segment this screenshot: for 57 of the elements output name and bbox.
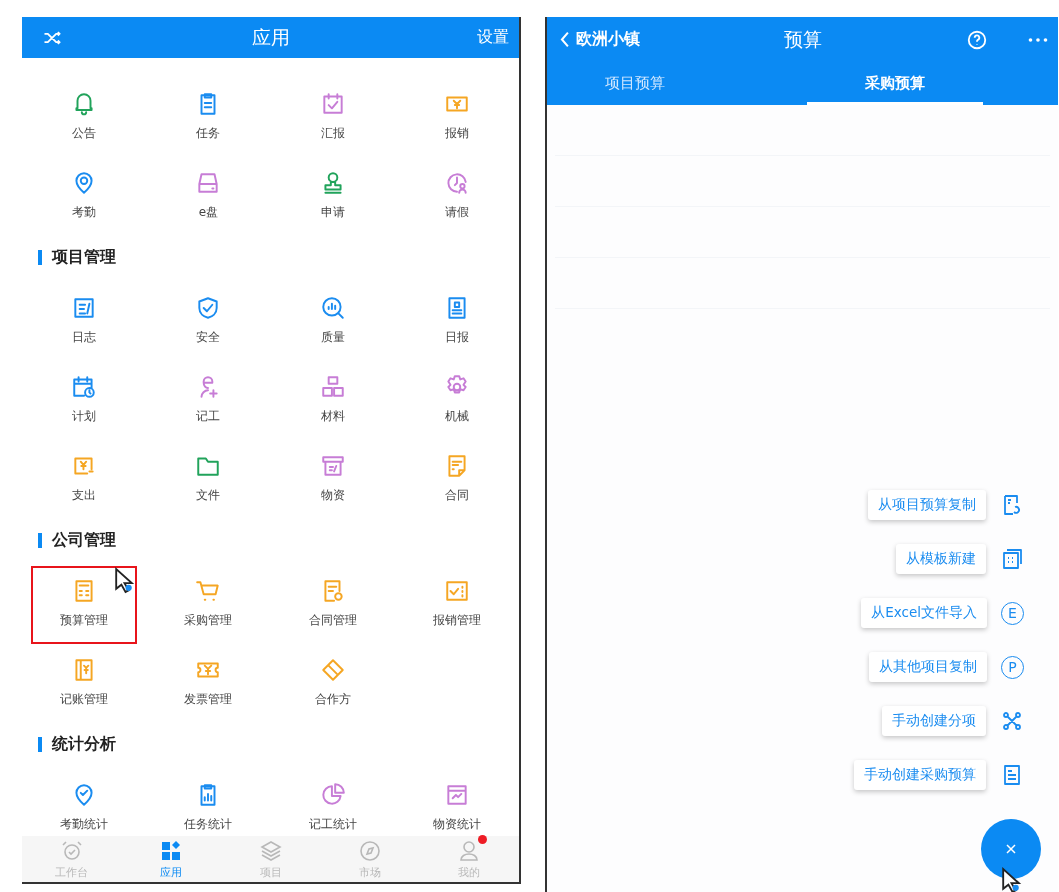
app-item[interactable]: 合同管理	[279, 566, 386, 644]
app-item[interactable]: 合作方	[279, 645, 386, 723]
app-item[interactable]: 预算管理	[31, 566, 138, 644]
nodes-icon[interactable]	[1000, 709, 1024, 733]
app-item[interactable]: 报销	[403, 79, 510, 157]
chevron-left-icon	[559, 31, 570, 48]
app-item[interactable]: 安全	[155, 283, 262, 361]
more-icon[interactable]	[1028, 36, 1048, 43]
screen-title: 应用	[251, 24, 290, 50]
close-button[interactable]	[981, 819, 1041, 879]
menu-option[interactable]: 手动创建采购预算	[854, 760, 986, 790]
app-item[interactable]: 材料	[279, 362, 386, 440]
app-item[interactable]: 机械	[403, 362, 510, 440]
menu-option[interactable]: 手动创建分项	[882, 706, 986, 736]
app-item[interactable]: 公告	[31, 79, 138, 157]
layers-icon	[258, 838, 283, 863]
section-title: 项目管理	[52, 246, 116, 268]
app-item[interactable]: 汇报	[279, 79, 386, 157]
app-item[interactable]: 请假	[403, 158, 510, 236]
app-item[interactable]: 计划	[31, 362, 138, 440]
app-item[interactable]: 文件	[155, 441, 262, 519]
section-marker	[38, 736, 42, 752]
settings-link[interactable]: 设置	[477, 27, 509, 48]
app-item[interactable]: 记工	[155, 362, 262, 440]
section-title: 公司管理	[52, 529, 116, 551]
app-item[interactable]: 考勤	[31, 158, 138, 236]
copy-icon[interactable]	[1000, 547, 1024, 571]
app-item[interactable]: 物资	[279, 441, 386, 519]
app-item[interactable]: 物资统计	[403, 770, 510, 836]
app-item[interactable]: 任务统计	[155, 770, 262, 836]
tab[interactable]: 采购预算	[807, 62, 983, 105]
app-item[interactable]: 考勤统计	[31, 770, 138, 836]
menu-option[interactable]: 从其他项目复制	[869, 652, 987, 682]
app-item[interactable]: 记工统计	[279, 770, 386, 836]
pointer-icon	[114, 567, 135, 594]
app-item[interactable]: 支出	[31, 441, 138, 519]
help-icon[interactable]	[966, 28, 988, 51]
app-item[interactable]: 日报	[403, 283, 510, 361]
app-item[interactable]: 日志	[31, 283, 138, 361]
app-item[interactable]: 采购管理	[155, 566, 262, 644]
section-marker	[38, 532, 42, 548]
app-item[interactable]: 发票管理	[155, 645, 262, 723]
menu-option[interactable]: 从模板新建	[896, 544, 986, 574]
section-title: 统计分析	[52, 733, 116, 755]
app-item[interactable]: 合同	[403, 441, 510, 519]
section-marker	[38, 249, 42, 265]
app-item[interactable]: e盘	[155, 158, 262, 236]
compass-icon	[357, 838, 382, 863]
back-button[interactable]: 欧洲小镇	[559, 29, 640, 50]
app-item[interactable]: 申请	[279, 158, 386, 236]
app-item[interactable]: 质量	[279, 283, 386, 361]
app-item[interactable]: 记账管理	[31, 645, 138, 723]
screen-title: 预算	[783, 26, 822, 52]
app-item[interactable]: 报销管理	[403, 566, 510, 644]
menu-option[interactable]: 从Excel文件导入	[861, 598, 987, 628]
app-item[interactable]: 任务	[155, 79, 262, 157]
menu-option[interactable]: 从项目预算复制	[868, 490, 986, 520]
